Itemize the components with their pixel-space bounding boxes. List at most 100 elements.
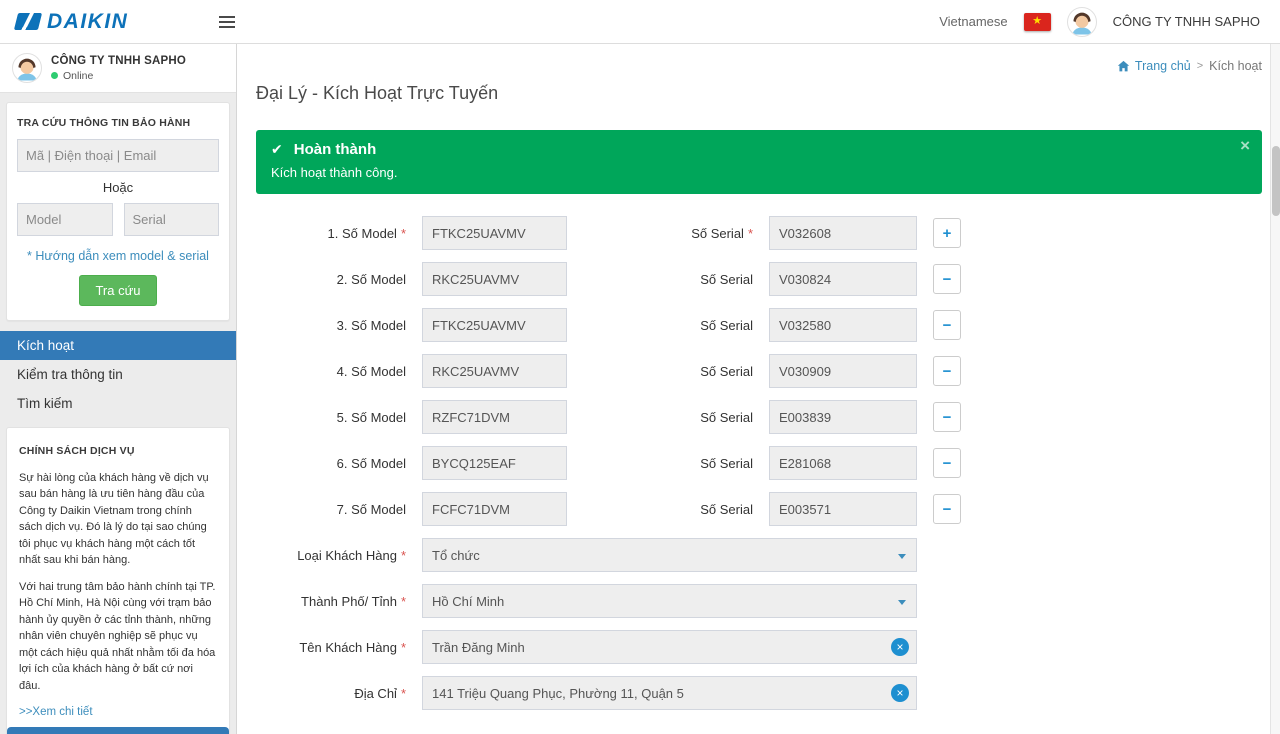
online-status-label: Online	[63, 70, 93, 82]
minus-icon: −	[943, 456, 952, 471]
model-label: 1. Số Model*	[256, 226, 406, 241]
model-serial-row: 1. Số Model* Số Serial* +	[256, 216, 1262, 250]
breadcrumb-separator: >	[1197, 60, 1203, 72]
serial-input[interactable]	[769, 400, 917, 434]
serial-label: Số Serial	[583, 502, 753, 517]
vietnam-flag-icon[interactable]: ★	[1024, 13, 1051, 31]
lookup-title: TRA CỨU THÔNG TIN BẢO HÀNH	[17, 117, 219, 129]
scrollbar-track[interactable]	[1270, 44, 1280, 734]
model-input[interactable]	[422, 216, 567, 250]
serial-input[interactable]	[769, 446, 917, 480]
lookup-code-input[interactable]	[17, 139, 219, 172]
topbar-company-name: CÔNG TY TNHH SAPHO	[1113, 14, 1260, 29]
breadcrumb-current: Kích hoạt	[1209, 59, 1262, 73]
success-alert: ✔ Hoàn thành Kích hoạt thành công. ×	[256, 130, 1262, 194]
model-input[interactable]	[422, 354, 567, 388]
minus-icon: −	[943, 410, 952, 425]
customer-type-label: Loại Khách Hàng*	[256, 548, 406, 563]
address-row: Địa Chỉ* ×	[256, 676, 1262, 710]
sidebar-user-panel: CÔNG TY TNHH SAPHO Online	[0, 44, 236, 93]
serial-label: Số Serial*	[583, 226, 753, 241]
model-serial-row: 2. Số Model Số Serial −	[256, 262, 1262, 296]
model-input[interactable]	[422, 492, 567, 526]
customer-name-input[interactable]	[422, 630, 917, 664]
customer-name-label: Tên Khách Hàng*	[256, 640, 406, 655]
sidebar-bottom-bar	[7, 727, 229, 734]
customer-type-value: Tổ chức	[432, 548, 480, 563]
alert-message: Kích hoạt thành công.	[271, 165, 1247, 180]
model-serial-row: 6. Số Model Số Serial −	[256, 446, 1262, 480]
serial-input[interactable]	[769, 262, 917, 296]
daikin-logo[interactable]: DAIKIN	[0, 10, 207, 34]
home-icon	[1117, 60, 1130, 73]
remove-row-button[interactable]: −	[933, 402, 961, 432]
lookup-serial-input[interactable]	[124, 203, 220, 236]
model-serial-guide-link[interactable]: * Hướng dẫn xem model & serial	[17, 249, 219, 263]
avatar-face-icon	[1068, 8, 1096, 36]
city-row: Thành Phố/ Tỉnh* Hồ Chí Minh	[256, 584, 1262, 618]
minus-icon: −	[943, 502, 952, 517]
sidebar-user-name: CÔNG TY TNHH SAPHO	[51, 55, 186, 67]
model-label: 4. Số Model	[256, 364, 406, 379]
sidebar-toggle-button[interactable]	[207, 0, 247, 44]
add-row-button[interactable]: +	[933, 218, 961, 248]
sidebar-item-search[interactable]: Tìm kiếm	[0, 389, 236, 418]
serial-input[interactable]	[769, 354, 917, 388]
page-title: Đại Lý - Kích Hoạt Trực Tuyến	[256, 83, 1262, 104]
serial-input[interactable]	[769, 492, 917, 526]
serial-input[interactable]	[769, 308, 917, 342]
scrollbar-thumb[interactable]	[1272, 146, 1280, 216]
sidebar-item-check-info[interactable]: Kiểm tra thông tin	[0, 360, 236, 389]
plus-icon: +	[943, 226, 952, 241]
policy-title: CHÍNH SÁCH DỊCH VỤ	[19, 444, 217, 460]
lookup-model-input[interactable]	[17, 203, 113, 236]
clear-field-icon[interactable]: ×	[891, 684, 909, 702]
model-label: 2. Số Model	[256, 272, 406, 287]
address-input[interactable]	[422, 676, 917, 710]
activation-form: 1. Số Model* Số Serial* + 2. Số Model Số…	[256, 216, 1262, 734]
sidebar-avatar	[12, 53, 42, 83]
daikin-flag-icon	[14, 13, 42, 30]
user-avatar[interactable]	[1067, 7, 1097, 37]
remove-row-button[interactable]: −	[933, 494, 961, 524]
policy-paragraph-2: Với hai trung tâm bảo hành chính tại TP.…	[19, 579, 217, 695]
remove-row-button[interactable]: −	[933, 448, 961, 478]
breadcrumb: Trang chủ > Kích hoạt	[256, 44, 1262, 73]
serial-label: Số Serial	[583, 272, 753, 287]
minus-icon: −	[943, 318, 952, 333]
model-input[interactable]	[422, 262, 567, 296]
service-policy-panel: CHÍNH SÁCH DỊCH VỤ Sự hài lòng của khách…	[6, 427, 230, 734]
remove-row-button[interactable]: −	[933, 356, 961, 386]
model-input[interactable]	[422, 308, 567, 342]
minus-icon: −	[943, 272, 952, 287]
breadcrumb-home-link[interactable]: Trang chủ	[1117, 59, 1191, 73]
city-select[interactable]: Hồ Chí Minh	[422, 584, 917, 618]
model-serial-row: 4. Số Model Số Serial −	[256, 354, 1262, 388]
online-dot	[51, 72, 58, 79]
model-serial-row: 7. Số Model Số Serial −	[256, 492, 1262, 526]
serial-label: Số Serial	[583, 456, 753, 471]
customer-type-select[interactable]: Tổ chức	[422, 538, 917, 572]
clear-field-icon[interactable]: ×	[891, 638, 909, 656]
remove-row-button[interactable]: −	[933, 264, 961, 294]
lookup-search-button[interactable]: Tra cứu	[79, 275, 156, 306]
model-label: 5. Số Model	[256, 410, 406, 425]
topbar: DAIKIN Vietnamese ★ CÔNG TY TNHH SAPHO	[0, 0, 1280, 44]
sidebar: CÔNG TY TNHH SAPHO Online TRA CỨU THÔNG …	[0, 44, 237, 734]
customer-type-row: Loại Khách Hàng* Tổ chức	[256, 538, 1262, 572]
language-label: Vietnamese	[939, 14, 1007, 29]
main-content: Trang chủ > Kích hoạt Đại Lý - Kích Hoạt…	[237, 44, 1280, 734]
sidebar-menu: Kích hoạt Kiểm tra thông tin Tìm kiếm	[0, 331, 236, 418]
serial-label: Số Serial	[583, 410, 753, 425]
serial-label: Số Serial	[583, 364, 753, 379]
flag-star-icon: ★	[1032, 16, 1042, 27]
serial-input[interactable]	[769, 216, 917, 250]
policy-details-link[interactable]: >>Xem chi tiết	[19, 704, 217, 721]
brand-text: DAIKIN	[47, 10, 128, 34]
sidebar-item-activate[interactable]: Kích hoạt	[0, 331, 236, 360]
remove-row-button[interactable]: −	[933, 310, 961, 340]
model-input[interactable]	[422, 446, 567, 480]
model-input[interactable]	[422, 400, 567, 434]
caret-down-icon	[898, 554, 906, 559]
close-icon[interactable]: ×	[1240, 137, 1250, 154]
